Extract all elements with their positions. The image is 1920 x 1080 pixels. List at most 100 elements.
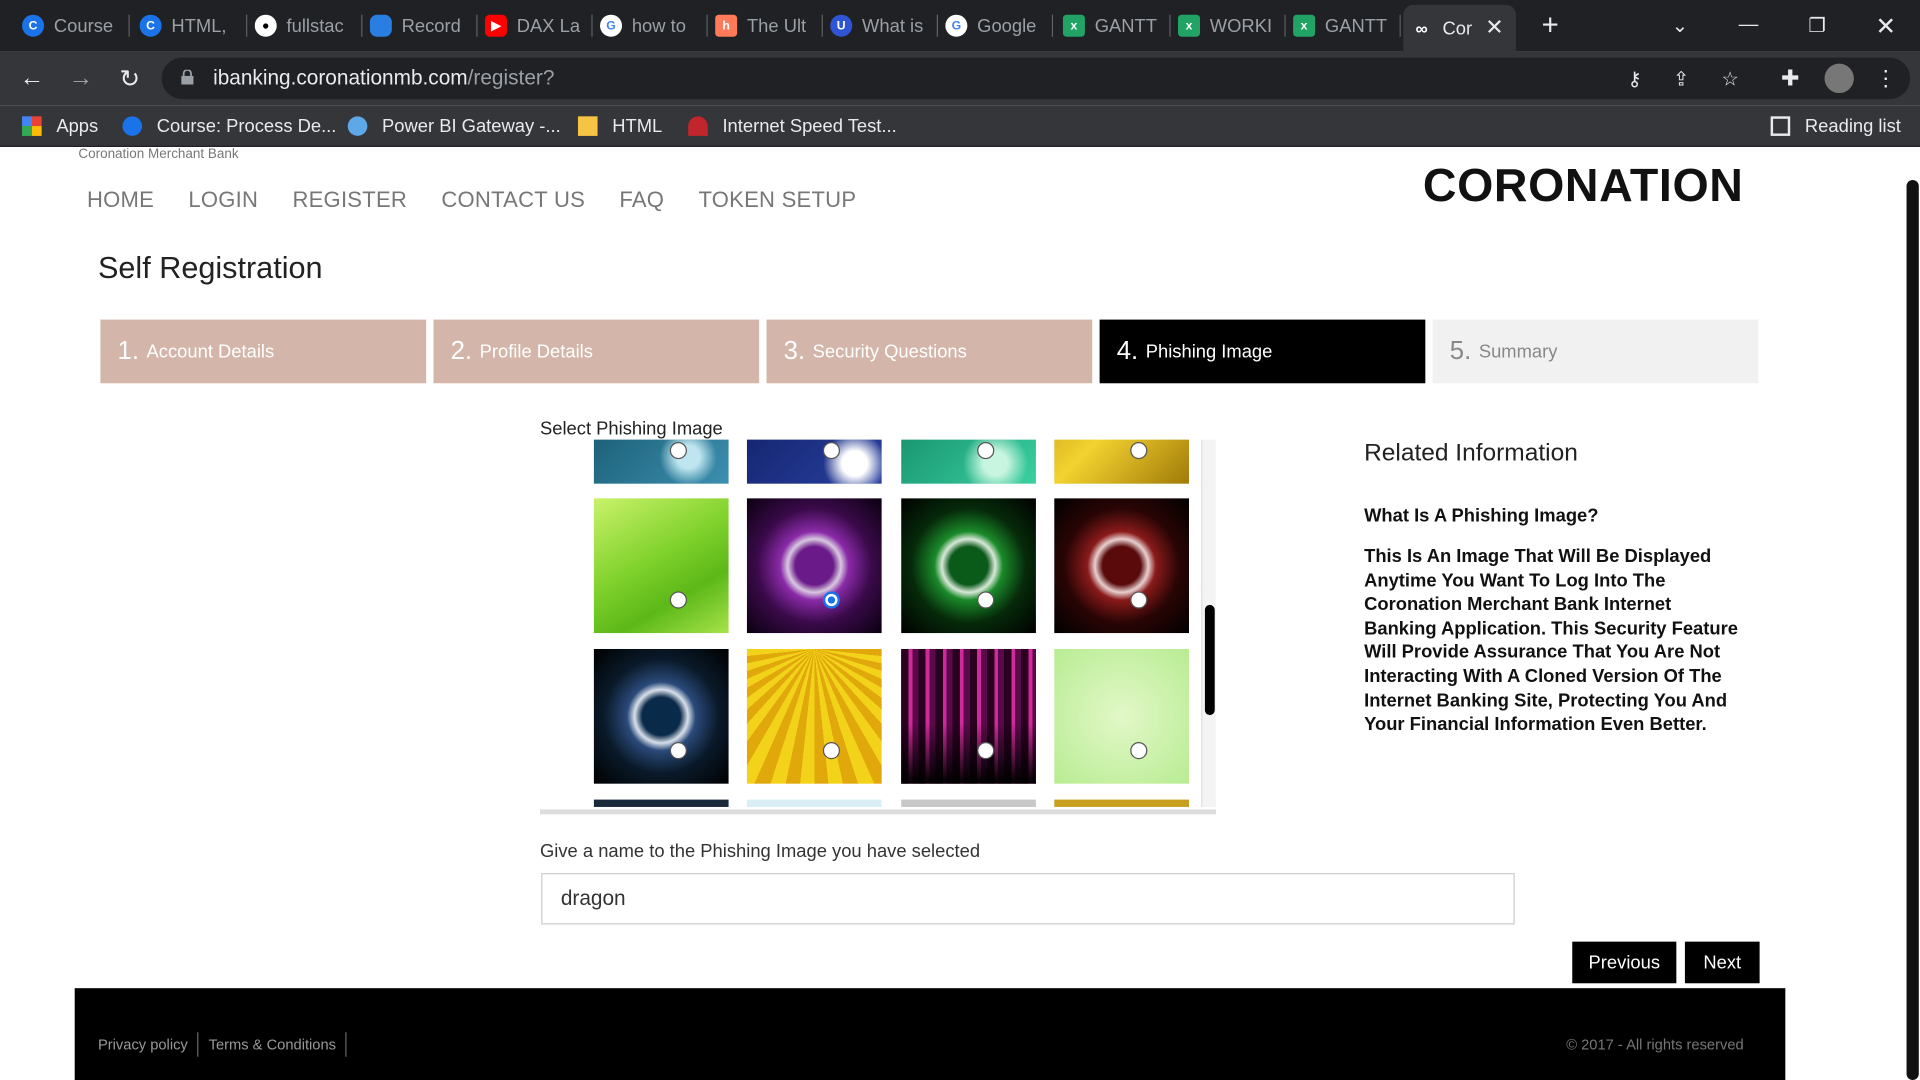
privacy-policy-link[interactable]: Privacy policy bbox=[98, 1036, 188, 1053]
nav-faq[interactable]: FAQ bbox=[619, 187, 664, 213]
page-title: Self Registration bbox=[97, 251, 323, 286]
image-option-gold-partial[interactable] bbox=[1054, 799, 1189, 807]
tab-what-is[interactable]: U What is bbox=[830, 7, 938, 44]
nav-token-setup[interactable]: TOKEN SETUP bbox=[698, 187, 856, 213]
image-radio[interactable] bbox=[822, 442, 841, 460]
tab-record[interactable]: Record bbox=[369, 7, 478, 44]
new-tab-icon[interactable]: + bbox=[1516, 0, 1585, 51]
image-option-bokeh-blue[interactable] bbox=[746, 439, 882, 484]
close-tab-icon[interactable]: ✕ bbox=[1485, 15, 1503, 41]
reload-icon[interactable]: ↻ bbox=[113, 61, 147, 95]
image-option-pink-lights[interactable] bbox=[901, 648, 1036, 784]
reading-list[interactable]: Reading list bbox=[1770, 114, 1901, 138]
tab-dax[interactable]: ▶ DAX La bbox=[484, 7, 593, 44]
tab-google[interactable]: G Google bbox=[945, 7, 1054, 44]
address-bar[interactable]: ibanking.coronationmb.com/register? ⚷ ⇪ … bbox=[161, 57, 1911, 100]
tab-working[interactable]: x WORKI bbox=[1177, 7, 1286, 44]
step-security-questions[interactable]: 3. Security Questions bbox=[766, 319, 1093, 384]
page-scroll-thumb[interactable] bbox=[1906, 180, 1919, 1080]
bookmark-html[interactable]: HTML bbox=[577, 114, 662, 138]
next-button[interactable]: Next bbox=[1684, 941, 1760, 984]
u-icon: U bbox=[830, 14, 853, 37]
nav-register[interactable]: REGISTER bbox=[292, 187, 407, 213]
close-window-icon[interactable]: ✕ bbox=[1851, 0, 1920, 51]
phishing-image-gallery[interactable] bbox=[540, 439, 1216, 815]
image-option-green-swirl[interactable] bbox=[901, 498, 1036, 634]
nav-home[interactable]: HOME bbox=[87, 187, 154, 213]
image-radio[interactable] bbox=[669, 591, 687, 609]
extensions-icon[interactable]: ✚ bbox=[1776, 64, 1805, 93]
page-scrollbar[interactable] bbox=[1902, 148, 1920, 1080]
image-option-dark-partial[interactable] bbox=[593, 799, 729, 807]
forward-icon[interactable]: → bbox=[64, 61, 98, 95]
image-option-bokeh-teal[interactable] bbox=[593, 439, 729, 484]
key-icon[interactable]: ⚷ bbox=[1621, 66, 1648, 93]
image-option-yellow-rays[interactable] bbox=[746, 648, 882, 784]
image-radio-selected[interactable] bbox=[822, 591, 841, 609]
related-info-answer: This Is An Image That Will Be Displayed … bbox=[1364, 546, 1738, 735]
tab-gantt-2[interactable]: x GANTT bbox=[1293, 7, 1401, 44]
image-radio[interactable] bbox=[977, 442, 995, 460]
step-phishing-image[interactable]: 4. Phishing Image bbox=[1099, 319, 1426, 384]
restore-icon[interactable]: ❐ bbox=[1783, 0, 1852, 51]
image-option-green-waves[interactable] bbox=[593, 498, 729, 634]
image-name-input[interactable] bbox=[541, 873, 1515, 925]
coronation-icon: ∞ bbox=[1415, 18, 1428, 38]
tab-course-1[interactable]: C Course bbox=[22, 7, 130, 44]
tab-coronation-active[interactable]: ∞ Cor ✕ bbox=[1403, 4, 1516, 52]
image-radio[interactable] bbox=[1130, 591, 1148, 609]
previous-button[interactable]: Previous bbox=[1572, 941, 1677, 984]
terms-link[interactable]: Terms & Conditions bbox=[209, 1036, 336, 1053]
image-radio[interactable] bbox=[1130, 442, 1148, 460]
onedrive-icon bbox=[369, 14, 392, 37]
profile-avatar[interactable] bbox=[1824, 63, 1854, 94]
tab-the-ult[interactable]: h The Ult bbox=[715, 7, 823, 44]
image-radio[interactable] bbox=[669, 442, 687, 460]
url-text: ibanking.coronationmb.com/register? bbox=[213, 66, 555, 90]
image-radio[interactable] bbox=[822, 742, 841, 760]
github-icon: ● bbox=[254, 14, 277, 37]
image-radio[interactable] bbox=[977, 742, 995, 760]
menu-icon[interactable]: ⋮ bbox=[1871, 64, 1900, 93]
gallery-scrollbar[interactable] bbox=[1201, 439, 1216, 807]
gallery-scroll-thumb[interactable] bbox=[1204, 604, 1215, 716]
image-radio[interactable] bbox=[669, 742, 687, 760]
step-summary[interactable]: 5. Summary bbox=[1432, 319, 1759, 384]
image-radio[interactable] bbox=[1130, 742, 1148, 760]
star-icon[interactable]: ☆ bbox=[1717, 66, 1744, 93]
image-option-light-partial[interactable] bbox=[746, 799, 882, 807]
image-option-red-swirl[interactable] bbox=[1054, 498, 1189, 634]
bookmark-apps[interactable]: Apps bbox=[22, 114, 98, 138]
page-content: Coronation Merchant Bank HOME LOGIN REGI… bbox=[0, 148, 1920, 1080]
bookmark-powerbi[interactable]: Power BI Gateway -... bbox=[347, 114, 561, 138]
step-profile-details[interactable]: 2. Profile Details bbox=[433, 319, 760, 384]
image-option-light-green[interactable] bbox=[1054, 648, 1189, 784]
image-option-gold[interactable] bbox=[1054, 439, 1189, 484]
course-icon bbox=[122, 116, 143, 136]
tab-how-to[interactable]: G how to bbox=[600, 7, 708, 44]
tab-search-icon[interactable]: ⌄ bbox=[1646, 0, 1715, 51]
coronation-logo[interactable]: CORONATION bbox=[1423, 160, 1744, 213]
related-info-question: What Is A Phishing Image? bbox=[1364, 505, 1599, 527]
image-name-label: Give a name to the Phishing Image you ha… bbox=[540, 841, 981, 863]
excel-icon: x bbox=[1293, 14, 1316, 37]
minimize-icon[interactable]: — bbox=[1714, 0, 1783, 51]
step-account-details[interactable]: 1. Account Details bbox=[100, 319, 427, 384]
image-option-purple-swirl[interactable] bbox=[746, 498, 882, 634]
share-icon[interactable]: ⇪ bbox=[1668, 66, 1695, 93]
image-radio[interactable] bbox=[977, 591, 995, 609]
nav-login[interactable]: LOGIN bbox=[188, 187, 258, 213]
copyright: © 2017 - All rights reserved bbox=[1566, 1035, 1744, 1054]
back-icon[interactable]: ← bbox=[15, 61, 49, 95]
select-image-label: Select Phishing Image bbox=[540, 418, 723, 440]
related-info-title: Related Information bbox=[1364, 439, 1578, 467]
bookmark-speedtest[interactable]: Internet Speed Test... bbox=[688, 114, 897, 138]
tab-fullstack[interactable]: ● fullstac bbox=[254, 7, 363, 44]
nav-contact-us[interactable]: CONTACT US bbox=[441, 187, 585, 213]
tab-html[interactable]: C HTML, bbox=[139, 7, 248, 44]
image-option-gray-partial[interactable] bbox=[901, 799, 1036, 807]
image-option-bokeh-green[interactable] bbox=[901, 439, 1036, 484]
bookmark-course[interactable]: Course: Process De... bbox=[122, 114, 336, 138]
image-option-blue-swirl[interactable] bbox=[593, 648, 729, 784]
tab-gantt-1[interactable]: x GANTT bbox=[1062, 7, 1171, 44]
